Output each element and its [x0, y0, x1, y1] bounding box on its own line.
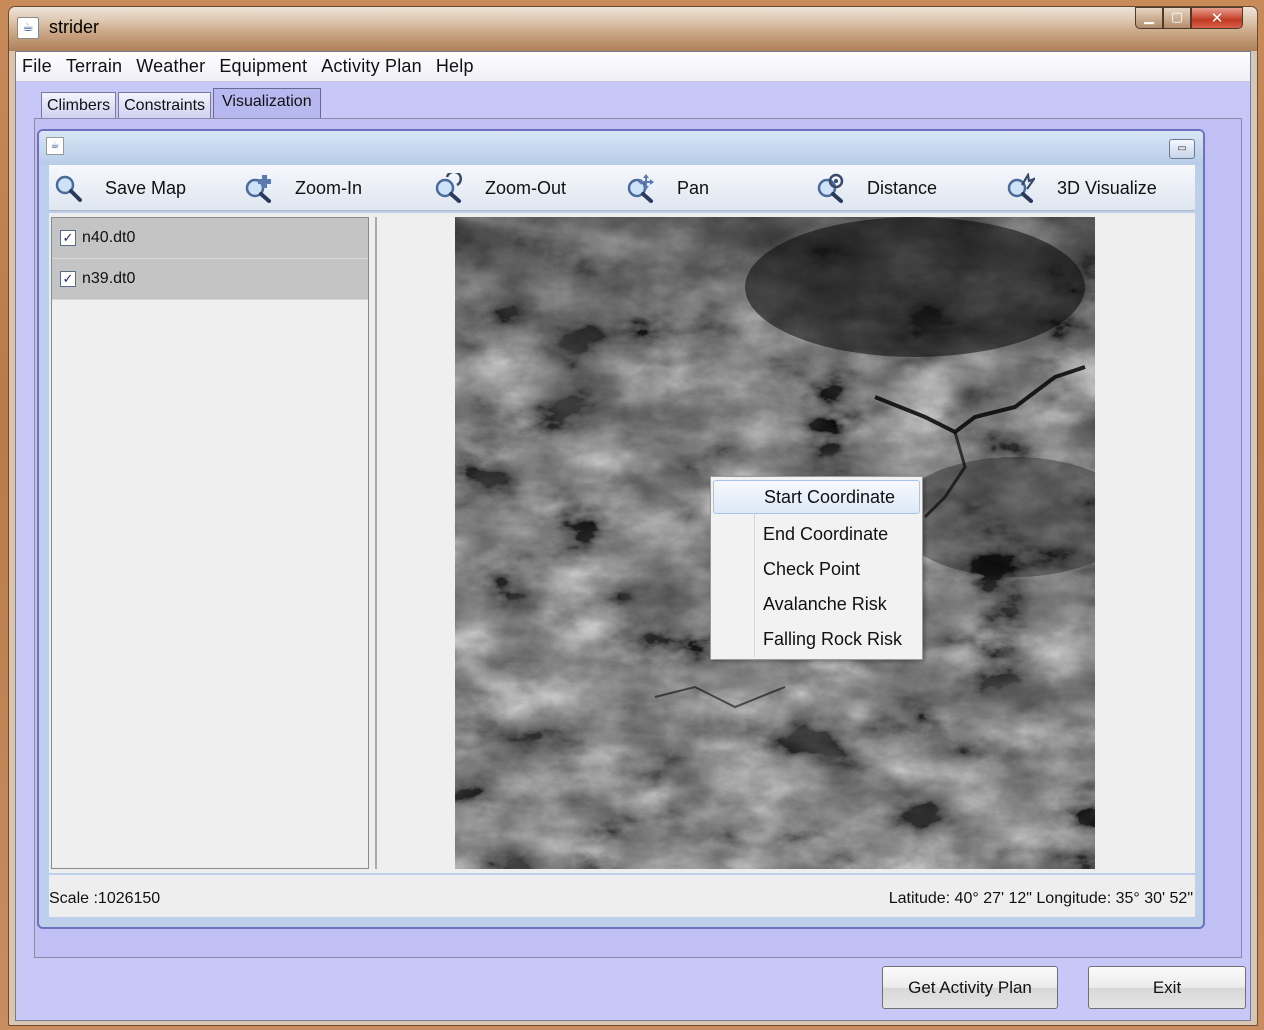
- map-status-bar: Scale :1026150 Latitude: 40° 27' 12" Lon…: [49, 875, 1195, 917]
- tab-constraints[interactable]: Constraints: [118, 92, 212, 118]
- menu-help[interactable]: Help: [436, 56, 474, 77]
- java-frame-icon: ☕: [46, 137, 64, 155]
- zoom-in-button[interactable]: Zoom-In: [243, 165, 362, 211]
- close-button[interactable]: ✕: [1191, 7, 1243, 29]
- get-activity-plan-button[interactable]: Get Activity Plan: [882, 966, 1058, 1009]
- coordinate-readout: Latitude: 40° 27' 12" Longitude: 35° 30'…: [888, 890, 1193, 907]
- 3d-visualize-button[interactable]: 3D Visualize: [1005, 165, 1157, 211]
- distance-label: Distance: [867, 177, 938, 198]
- window-controls: ▁ ▢ ✕: [1135, 7, 1243, 29]
- context-item-falling-rock-risk[interactable]: Falling Rock Risk: [713, 622, 920, 656]
- pan-icon: [627, 174, 654, 203]
- menu-file[interactable]: File: [22, 56, 52, 77]
- app-window: ☕ strider ▁ ▢ ✕ File Terrain Weather Equ…: [8, 6, 1258, 1026]
- 3d-visualize-label: 3D Visualize: [1057, 177, 1157, 198]
- zoom-in-icon: [245, 175, 271, 203]
- context-item-check-point[interactable]: Check Point: [713, 552, 920, 586]
- layer-row[interactable]: ✓ n39.dt0: [52, 259, 368, 300]
- client-area: File Terrain Weather Equipment Activity …: [15, 51, 1251, 1021]
- java-app-icon: ☕: [17, 17, 39, 39]
- 3d-visualize-icon: [1007, 173, 1035, 203]
- exit-button[interactable]: Exit: [1088, 966, 1246, 1009]
- restore-icon[interactable]: ▭: [1169, 139, 1195, 159]
- context-item-start-coordinate[interactable]: Start Coordinate: [713, 480, 920, 514]
- zoom-in-label: Zoom-In: [295, 177, 363, 198]
- layer-name: n39.dt0: [82, 270, 136, 287]
- minimize-button[interactable]: ▁: [1135, 7, 1163, 29]
- tab-visualization[interactable]: Visualization: [213, 88, 321, 119]
- zoom-out-label: Zoom-Out: [485, 177, 567, 198]
- pan-button[interactable]: Pan: [625, 165, 709, 211]
- tab-climbers[interactable]: Climbers: [41, 92, 117, 118]
- internal-frame-title-bar[interactable]: ☕ ▭: [39, 131, 1203, 165]
- map-context-menu: Start Coordinate End Coordinate Check Po…: [710, 476, 923, 660]
- layer-list: ✓ n40.dt0 ✓ n39.dt0: [51, 217, 369, 869]
- menu-weather[interactable]: Weather: [136, 56, 205, 77]
- distance-icon: [817, 173, 844, 203]
- map-internal-frame: ☕ ▭ Save Map Zoom-In Zoom-Out Pan Distan…: [37, 129, 1205, 929]
- menu-activity-plan[interactable]: Activity Plan: [321, 56, 422, 77]
- window-title: strider: [49, 17, 100, 37]
- save-map-label: Save Map: [105, 177, 187, 198]
- map-panel-body: ✓ n40.dt0 ✓ n39.dt0: [49, 213, 1195, 873]
- pan-label: Pan: [677, 177, 710, 198]
- context-item-end-coordinate[interactable]: End Coordinate: [713, 517, 920, 551]
- save-map-button[interactable]: Save Map: [53, 165, 186, 211]
- layer-checkbox[interactable]: ✓: [60, 271, 76, 287]
- menu-equipment[interactable]: Equipment: [219, 56, 307, 77]
- menu-bar: File Terrain Weather Equipment Activity …: [16, 52, 1250, 82]
- zoom-out-icon: [435, 173, 462, 203]
- menu-terrain[interactable]: Terrain: [66, 56, 122, 77]
- visualization-panel: ☕ ▭ Save Map Zoom-In Zoom-Out Pan Distan…: [34, 118, 1242, 958]
- magnifier-icon: [55, 175, 82, 202]
- layer-row[interactable]: ✓ n40.dt0: [52, 218, 368, 259]
- context-item-avalanche-risk[interactable]: Avalanche Risk: [713, 587, 920, 621]
- tab-strip: Climbers Constraints Visualization: [41, 88, 323, 119]
- maximize-button[interactable]: ▢: [1163, 7, 1191, 29]
- layer-checkbox[interactable]: ✓: [60, 230, 76, 246]
- map-toolbar: Save Map Zoom-In Zoom-Out Pan Distance 3…: [49, 165, 1195, 211]
- distance-button[interactable]: Distance: [815, 165, 937, 211]
- zoom-out-button[interactable]: Zoom-Out: [433, 165, 566, 211]
- title-bar[interactable]: ☕ strider ▁ ▢ ✕: [9, 7, 1257, 51]
- scale-readout: Scale :1026150: [49, 890, 161, 907]
- layer-name: n40.dt0: [82, 229, 136, 246]
